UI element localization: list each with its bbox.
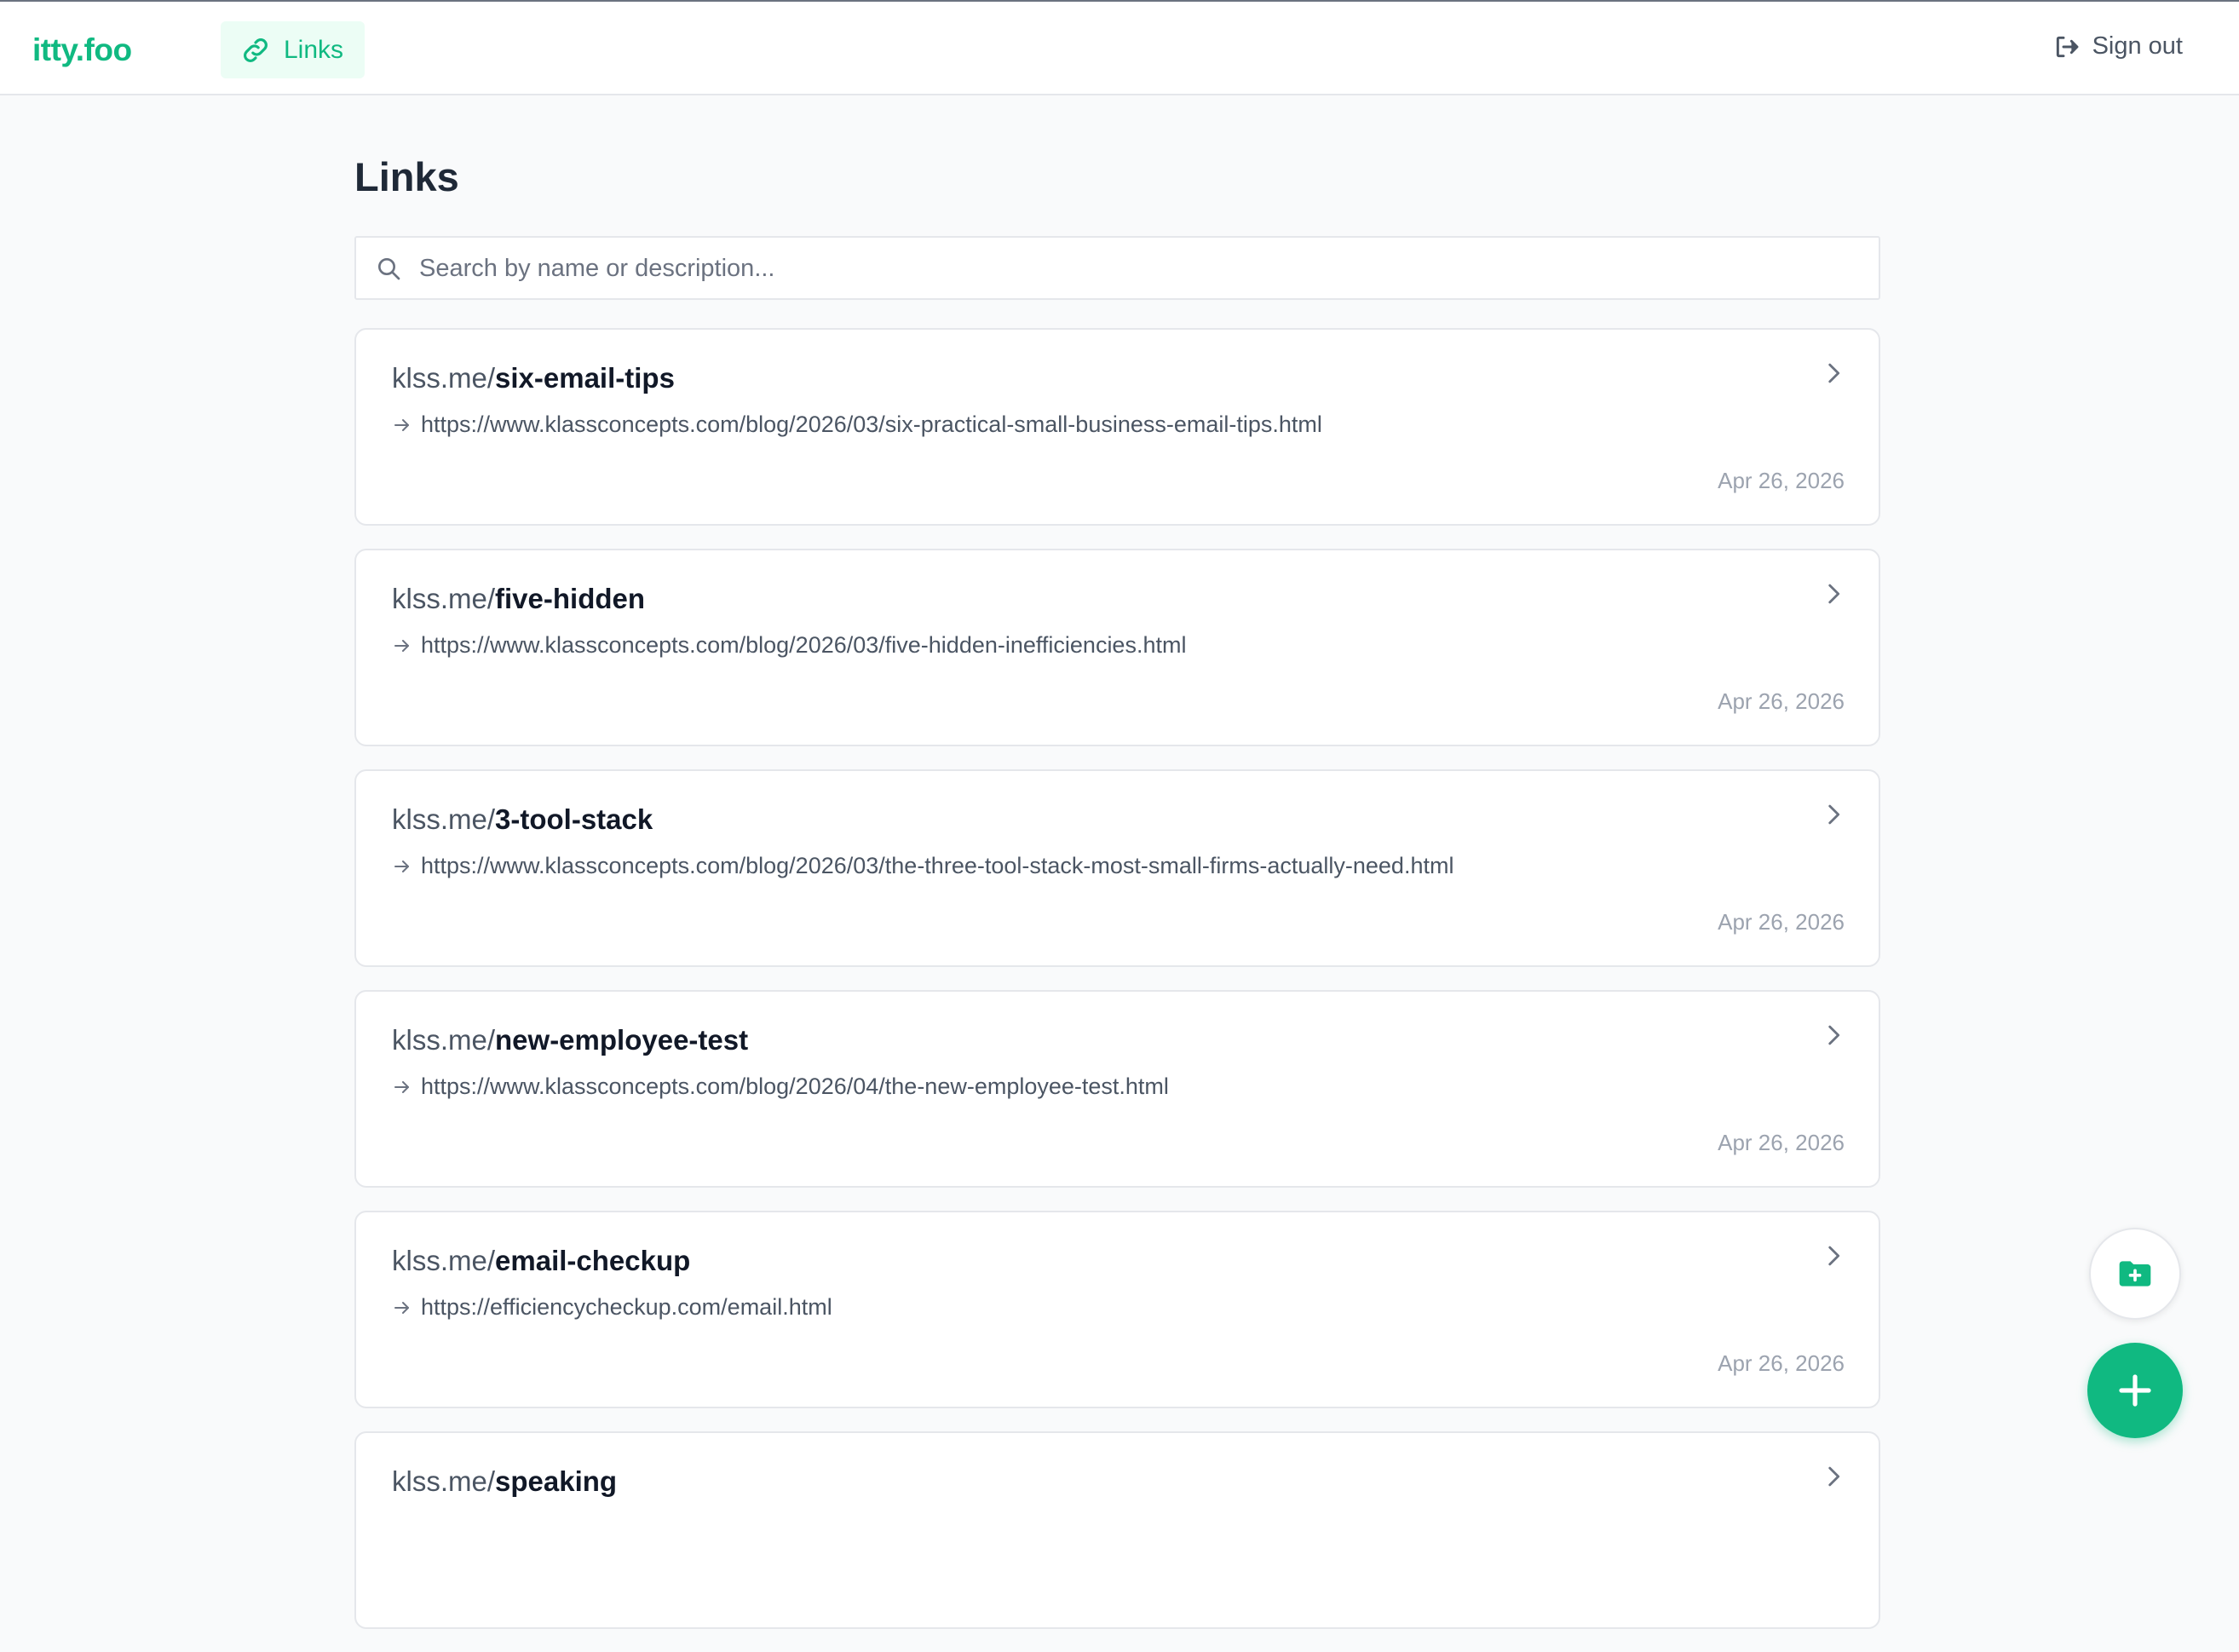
short-link: klss.me/speaking: [392, 1465, 617, 1498]
short-link: klss.me/five-hidden: [392, 583, 645, 615]
link-card[interactable]: klss.me/3-tool-stack https://www.klassco…: [354, 769, 1880, 967]
page-title: Links: [354, 154, 459, 199]
nav-links-label: Links: [284, 35, 344, 64]
chevron-right-icon: [1828, 1025, 1840, 1045]
created-date: Apr 26, 2026: [1718, 909, 1845, 935]
link-card[interactable]: klss.me/five-hidden https://www.klasscon…: [354, 549, 1880, 746]
short-link: klss.me/six-email-tips: [392, 362, 675, 394]
destination-url: https://www.klassconcepts.com/blog/2026/…: [392, 412, 1322, 438]
short-link-slug: new-employee-test: [495, 1024, 749, 1056]
short-link: klss.me/new-employee-test: [392, 1024, 748, 1056]
short-link: klss.me/email-checkup: [392, 1245, 690, 1277]
chevron-right-icon: [1828, 363, 1840, 383]
link-card[interactable]: klss.me/speaking: [354, 1431, 1880, 1629]
arrow-right-icon: [394, 860, 409, 872]
search-input[interactable]: [419, 246, 1859, 291]
short-link-slug: 3-tool-stack: [495, 803, 653, 835]
short-link-domain: klss.me/: [392, 1245, 496, 1276]
plus-icon: [2119, 1374, 2151, 1407]
short-link-domain: klss.me/: [392, 362, 496, 394]
chevron-right-icon: [1828, 804, 1840, 825]
brand-logo[interactable]: itty.foo: [32, 32, 132, 68]
short-link-slug: six-email-tips: [495, 362, 675, 394]
nav-links-button[interactable]: Links: [221, 21, 365, 78]
link-card[interactable]: klss.me/new-employee-test https://www.kl…: [354, 990, 1880, 1188]
link-card[interactable]: klss.me/email-checkup https://efficiency…: [354, 1211, 1880, 1408]
destination-url: https://www.klassconcepts.com/blog/2026/…: [392, 632, 1186, 659]
links-list: klss.me/six-email-tips https://www.klass…: [354, 328, 1880, 1652]
sign-out-button[interactable]: Sign out: [2053, 32, 2183, 60]
created-date: Apr 26, 2026: [1718, 688, 1845, 714]
link-icon: [244, 37, 268, 62]
created-date: Apr 26, 2026: [1718, 468, 1845, 493]
short-link-slug: five-hidden: [495, 583, 646, 614]
destination-url-text: https://www.klassconcepts.com/blog/2026/…: [421, 412, 1322, 437]
short-link: klss.me/3-tool-stack: [392, 803, 653, 836]
destination-url-text: https://www.klassconcepts.com/blog/2026/…: [421, 853, 1454, 878]
short-link-slug: speaking: [495, 1465, 618, 1497]
sign-out-icon: [2056, 36, 2079, 57]
search-bar: [354, 236, 1880, 300]
destination-url-text: https://efficiencycheckup.com/email.html: [421, 1294, 832, 1320]
short-link-domain: klss.me/: [392, 583, 496, 614]
sign-out-label: Sign out: [2092, 32, 2183, 60]
destination-url: https://www.klassconcepts.com/blog/2026/…: [392, 853, 1453, 879]
destination-url-text: https://www.klassconcepts.com/blog/2026/…: [421, 632, 1187, 658]
chevron-right-icon: [1828, 584, 1840, 604]
destination-url-text: https://www.klassconcepts.com/blog/2026/…: [421, 1074, 1169, 1099]
short-link-domain: klss.me/: [392, 1024, 496, 1056]
chevron-right-icon: [1828, 1246, 1840, 1266]
arrow-right-icon: [394, 1301, 409, 1314]
arrow-right-icon: [394, 639, 409, 652]
arrow-right-icon: [394, 418, 409, 431]
short-link-slug: email-checkup: [495, 1245, 691, 1276]
link-card[interactable]: klss.me/six-email-tips https://www.klass…: [354, 328, 1880, 526]
created-date: Apr 26, 2026: [1718, 1130, 1845, 1155]
top-navigation-bar: itty.foo Links Sign out: [0, 0, 2239, 95]
add-link-button[interactable]: [2087, 1343, 2183, 1438]
chevron-right-icon: [1828, 1466, 1840, 1487]
search-icon: [378, 258, 400, 280]
folder-plus-icon: [2119, 1261, 2151, 1286]
new-folder-button[interactable]: [2089, 1228, 2181, 1320]
created-date: Apr 26, 2026: [1718, 1350, 1845, 1376]
arrow-right-icon: [394, 1080, 409, 1093]
destination-url: https://www.klassconcepts.com/blog/2026/…: [392, 1074, 1169, 1100]
short-link-domain: klss.me/: [392, 803, 496, 835]
destination-url: https://efficiencycheckup.com/email.html: [392, 1294, 832, 1321]
short-link-domain: klss.me/: [392, 1465, 496, 1497]
